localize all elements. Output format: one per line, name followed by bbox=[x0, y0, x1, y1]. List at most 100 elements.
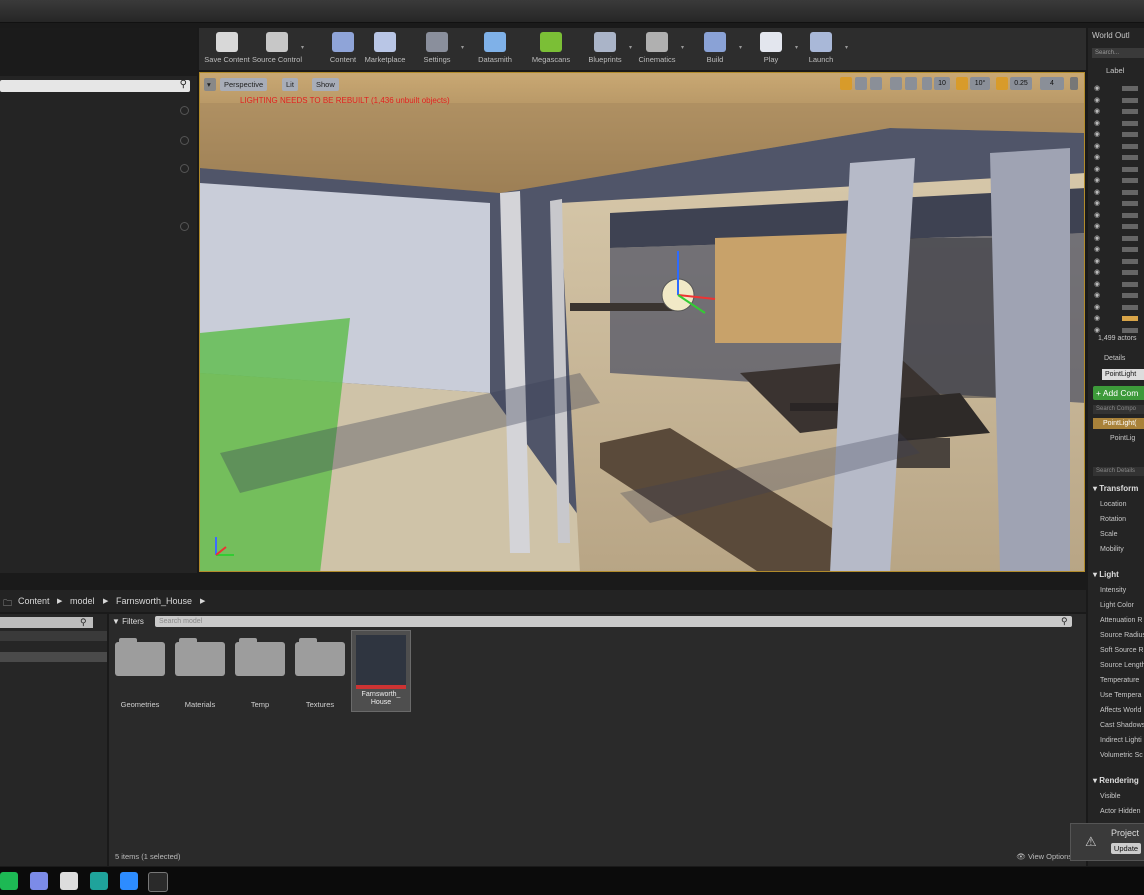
component-child[interactable]: PointLig bbox=[1110, 435, 1135, 442]
source-control-button[interactable]: Source Control bbox=[251, 30, 303, 68]
outliner-search-input[interactable]: Search... bbox=[1092, 48, 1144, 58]
label-column-header[interactable]: Label bbox=[1106, 66, 1124, 75]
breadcrumb-farnsworth[interactable]: Farnsworth_House bbox=[116, 596, 192, 606]
rotation-snap-value[interactable]: 10° bbox=[970, 77, 990, 90]
rendering-section[interactable]: ▾ Rendering bbox=[1093, 776, 1139, 785]
obs-icon[interactable] bbox=[60, 872, 78, 890]
launch-button[interactable]: Launch bbox=[795, 30, 847, 68]
folder-item[interactable]: Geometries bbox=[112, 638, 168, 709]
outliner-row[interactable] bbox=[1122, 327, 1138, 333]
visibility-eye-icon[interactable]: ◉ bbox=[1094, 211, 1100, 219]
visibility-eye-icon[interactable]: ◉ bbox=[1094, 199, 1100, 207]
megascans-button[interactable]: Megascans bbox=[525, 30, 577, 68]
folder-item[interactable]: Materials bbox=[172, 638, 228, 709]
3dsmax-icon[interactable] bbox=[90, 872, 108, 890]
visibility-eye-icon[interactable]: ◉ bbox=[1094, 142, 1100, 150]
discord-icon[interactable] bbox=[30, 872, 48, 890]
scale-snap-value[interactable]: 0.25 bbox=[1010, 77, 1032, 90]
show-button[interactable]: Show bbox=[312, 78, 339, 91]
visibility-eye-icon[interactable]: ◉ bbox=[1094, 245, 1100, 253]
chevron-down-icon[interactable]: ▾ bbox=[739, 44, 742, 51]
visibility-eye-icon[interactable]: ◉ bbox=[1094, 153, 1100, 161]
visibility-eye-icon[interactable]: ◉ bbox=[1094, 234, 1100, 242]
add-component-button[interactable]: + Add Com bbox=[1093, 386, 1144, 400]
datasmith-button[interactable]: Datasmith bbox=[469, 30, 521, 68]
visibility-eye-icon[interactable]: ◉ bbox=[1094, 291, 1100, 299]
radio-icon[interactable] bbox=[180, 164, 189, 173]
lit-button[interactable]: Lit bbox=[282, 78, 298, 91]
update-button[interactable]: Update bbox=[1111, 843, 1141, 854]
outliner-row[interactable] bbox=[1122, 132, 1138, 137]
world-local-icon[interactable] bbox=[890, 77, 902, 90]
outliner-row[interactable] bbox=[1122, 155, 1138, 160]
level-asset[interactable]: Farnsworth_ House bbox=[351, 630, 411, 712]
outliner-row[interactable] bbox=[1122, 247, 1138, 252]
outliner-row[interactable] bbox=[1122, 178, 1138, 183]
visibility-eye-icon[interactable]: ◉ bbox=[1094, 188, 1100, 196]
light-section[interactable]: ▾ Light bbox=[1093, 570, 1119, 579]
view-options-button[interactable]: 👁 View Options bbox=[1016, 852, 1072, 861]
outliner-row[interactable] bbox=[1122, 281, 1138, 287]
chevron-down-icon[interactable]: ▾ bbox=[461, 44, 464, 51]
play-button[interactable]: Play bbox=[745, 30, 797, 68]
visibility-eye-icon[interactable]: ◉ bbox=[1094, 107, 1100, 115]
radio-icon[interactable] bbox=[180, 136, 189, 145]
outliner-row[interactable] bbox=[1122, 97, 1138, 103]
outliner-row[interactable] bbox=[1122, 293, 1138, 298]
radio-icon[interactable] bbox=[180, 106, 189, 115]
settings-button[interactable]: Settings bbox=[411, 30, 463, 68]
grid-snap-icon[interactable] bbox=[922, 77, 932, 90]
outliner-row[interactable] bbox=[1122, 224, 1138, 229]
outliner-row[interactable] bbox=[1122, 212, 1138, 218]
build-button[interactable]: Build bbox=[689, 30, 741, 68]
outliner-row[interactable] bbox=[1122, 109, 1138, 114]
chevron-down-icon[interactable]: ▾ bbox=[301, 44, 304, 51]
breadcrumb-content[interactable]: Content bbox=[18, 596, 50, 606]
sources-row[interactable] bbox=[0, 652, 107, 662]
marketplace-button[interactable]: Marketplace bbox=[359, 30, 411, 68]
folder-item[interactable]: Temp bbox=[232, 638, 288, 709]
chevron-down-icon[interactable]: ▾ bbox=[681, 44, 684, 51]
outliner-row[interactable] bbox=[1122, 189, 1138, 195]
visibility-eye-icon[interactable]: ◉ bbox=[1094, 280, 1100, 288]
rotation-snap-icon[interactable] bbox=[956, 77, 968, 90]
perspective-button[interactable]: Perspective bbox=[220, 78, 268, 91]
outliner-row[interactable] bbox=[1122, 120, 1138, 126]
asset-search-input[interactable]: Search model bbox=[155, 616, 1072, 627]
outliner-row[interactable] bbox=[1122, 86, 1138, 91]
search-details-input[interactable]: Search Details bbox=[1093, 467, 1144, 476]
camera-speed-value[interactable]: 4 bbox=[1040, 77, 1064, 90]
visibility-eye-icon[interactable]: ◉ bbox=[1094, 314, 1100, 322]
maximize-icon[interactable] bbox=[1070, 77, 1078, 90]
visibility-eye-icon[interactable]: ◉ bbox=[1094, 165, 1100, 173]
modes-search-input[interactable]: ⚲ bbox=[0, 79, 190, 92]
blueprints-button[interactable]: Blueprints bbox=[579, 30, 631, 68]
scale-mode-icon[interactable] bbox=[870, 77, 882, 90]
spotify-icon[interactable] bbox=[0, 872, 18, 890]
translate-mode-icon[interactable] bbox=[840, 77, 852, 90]
visibility-eye-icon[interactable]: ◉ bbox=[1094, 119, 1100, 127]
viewport-options-button[interactable]: ▾ bbox=[204, 78, 216, 91]
surface-snap-icon[interactable] bbox=[905, 77, 917, 90]
visibility-eye-icon[interactable]: ◉ bbox=[1094, 130, 1100, 138]
actor-name-input[interactable]: PointLight bbox=[1102, 369, 1144, 380]
breadcrumb-model[interactable]: model bbox=[70, 596, 95, 606]
sources-row[interactable] bbox=[0, 631, 107, 641]
outliner-row[interactable] bbox=[1122, 316, 1138, 321]
level-viewport[interactable]: ▾ Perspective Lit Show LIGHTING NEEDS TO… bbox=[199, 72, 1085, 572]
rotate-mode-icon[interactable] bbox=[855, 77, 867, 90]
outliner-row[interactable] bbox=[1122, 166, 1138, 172]
outliner-row[interactable] bbox=[1122, 304, 1138, 310]
visibility-eye-icon[interactable]: ◉ bbox=[1094, 268, 1100, 276]
scale-snap-icon[interactable] bbox=[996, 77, 1008, 90]
cinematics-button[interactable]: Cinematics bbox=[631, 30, 683, 68]
outliner-row[interactable] bbox=[1122, 235, 1138, 241]
visibility-eye-icon[interactable]: ◉ bbox=[1094, 257, 1100, 265]
visibility-eye-icon[interactable]: ◉ bbox=[1094, 84, 1100, 92]
outliner-row[interactable] bbox=[1122, 201, 1138, 206]
visibility-eye-icon[interactable]: ◉ bbox=[1094, 303, 1100, 311]
visibility-eye-icon[interactable]: ◉ bbox=[1094, 326, 1100, 334]
search-components-input[interactable]: Search Compo bbox=[1093, 405, 1144, 414]
visibility-eye-icon[interactable]: ◉ bbox=[1094, 222, 1100, 230]
zoom-icon[interactable] bbox=[120, 872, 138, 890]
